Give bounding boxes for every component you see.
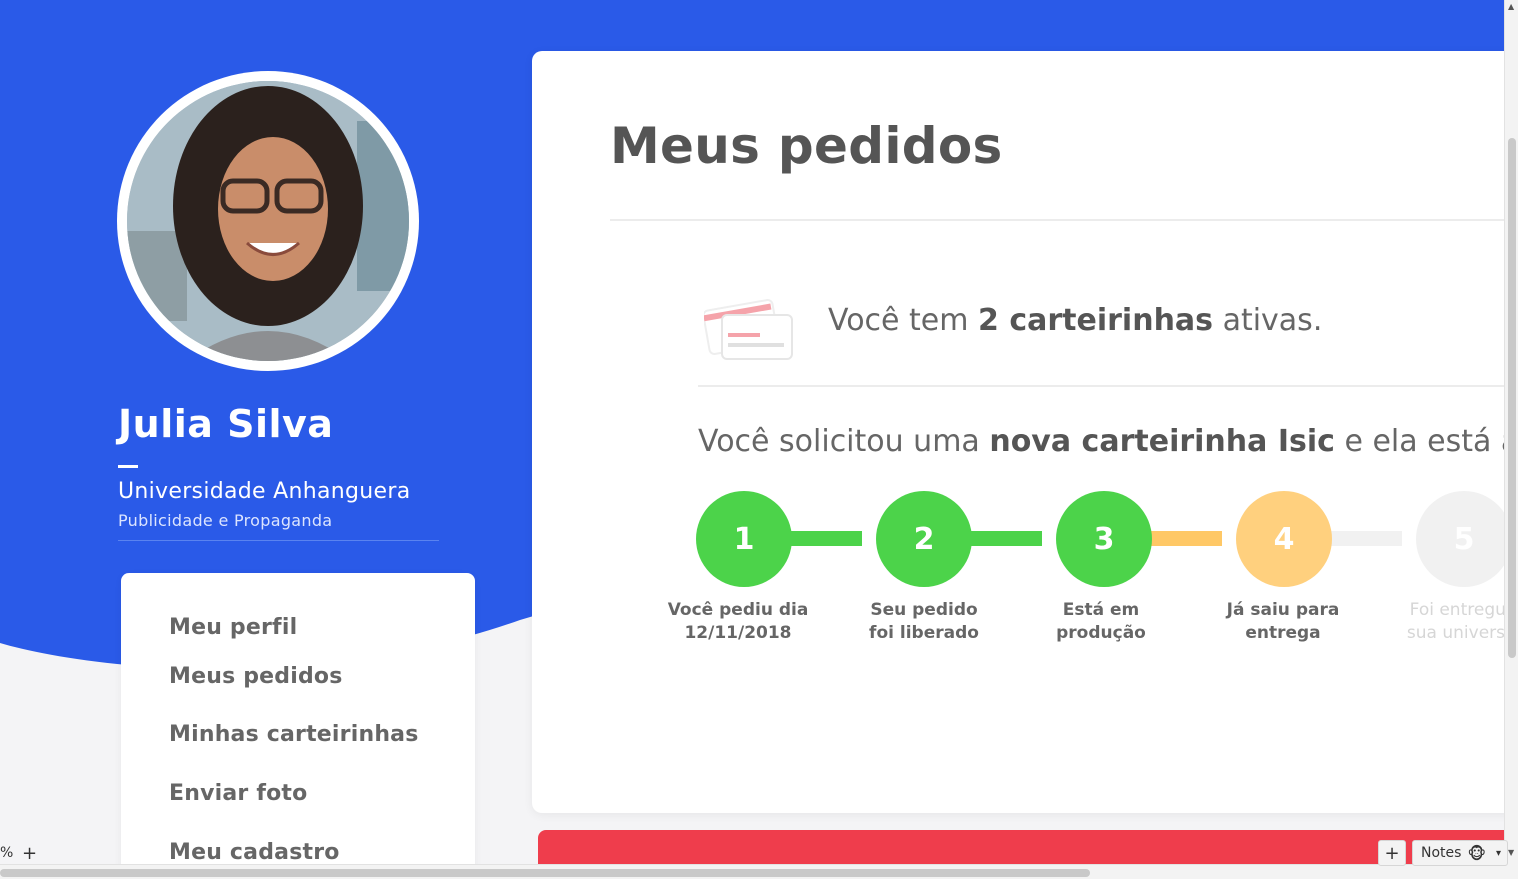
title-divider (610, 219, 1504, 221)
menu-item-meu-cadastro[interactable]: Meu cadastro (169, 840, 340, 864)
user-name: Julia Silva (118, 402, 334, 446)
page: Julia Silva Universidade Anhanguera Publ… (0, 0, 1504, 864)
vertical-scrollbar[interactable]: ▲ ▼ (1504, 0, 1518, 864)
scrollbar-corner (1504, 864, 1518, 879)
step-2-circle: 2 (876, 491, 972, 587)
notes-label: Notes (1421, 845, 1462, 861)
monkey-icon: 🐵 (1467, 843, 1486, 863)
step-4-circle: 4 (1236, 491, 1332, 587)
notes-button[interactable]: Notes 🐵 ▾ (1412, 840, 1508, 866)
orders-card: Meus pedidos Você tem 2 carteirinhas ati… (532, 51, 1504, 813)
scroll-down-icon[interactable]: ▼ (1508, 848, 1514, 857)
profile-divider (118, 540, 439, 541)
caret-down-icon[interactable]: ▾ (1496, 848, 1501, 859)
menu-item-enviar-foto[interactable]: Enviar foto (169, 781, 307, 806)
alert-banner (538, 830, 1504, 864)
avatar[interactable] (117, 71, 419, 371)
step-3-circle: 3 (1056, 491, 1152, 587)
step-1-label: Você pediu dia 12/11/2018 (667, 600, 809, 643)
page-title: Meus pedidos (610, 117, 1003, 175)
zoom-in-button[interactable]: + (22, 843, 37, 864)
request-status-text: Você solicitou uma nova carteirinha Isic… (698, 424, 1504, 459)
vertical-scrollbar-thumb[interactable] (1508, 138, 1516, 658)
step-4-label: Já saiu para entrega (1226, 600, 1340, 643)
horizontal-scrollbar-thumb[interactable] (0, 869, 1090, 877)
side-menu: Meu perfil Meus pedidos Minhas carteirin… (121, 573, 475, 864)
zoom-controls: % + (0, 842, 37, 864)
notes-toolbar: + Notes 🐵 ▾ (1378, 840, 1508, 866)
step-1-circle: 1 (696, 491, 792, 587)
menu-item-minhas-carteirinhas[interactable]: Minhas carteirinhas (169, 722, 419, 747)
active-divider (698, 385, 1504, 387)
step-3-label: Está em produção (1056, 600, 1146, 643)
name-divider (118, 465, 138, 468)
university-name: Universidade Anhanguera (118, 479, 411, 504)
menu-item-meu-perfil[interactable]: Meu perfil (169, 615, 297, 640)
course-name: Publicidade e Propaganda (118, 511, 333, 530)
horizontal-scrollbar[interactable] (0, 864, 1504, 879)
zoom-label: % (0, 845, 14, 861)
step-5-circle: 5 (1416, 491, 1504, 587)
scroll-up-icon[interactable]: ▲ (1508, 2, 1514, 11)
step-2-label: Seu pedido foi liberado (869, 600, 979, 643)
menu-item-meus-pedidos[interactable]: Meus pedidos (169, 664, 343, 689)
add-note-button[interactable]: + (1378, 840, 1406, 866)
id-cards-icon (704, 299, 793, 360)
user-photo-icon (127, 81, 409, 361)
step-5-label: Foi entreguesua universic (1406, 600, 1504, 643)
active-cards-text: Você tem 2 carteirinhas ativas. (828, 303, 1323, 338)
